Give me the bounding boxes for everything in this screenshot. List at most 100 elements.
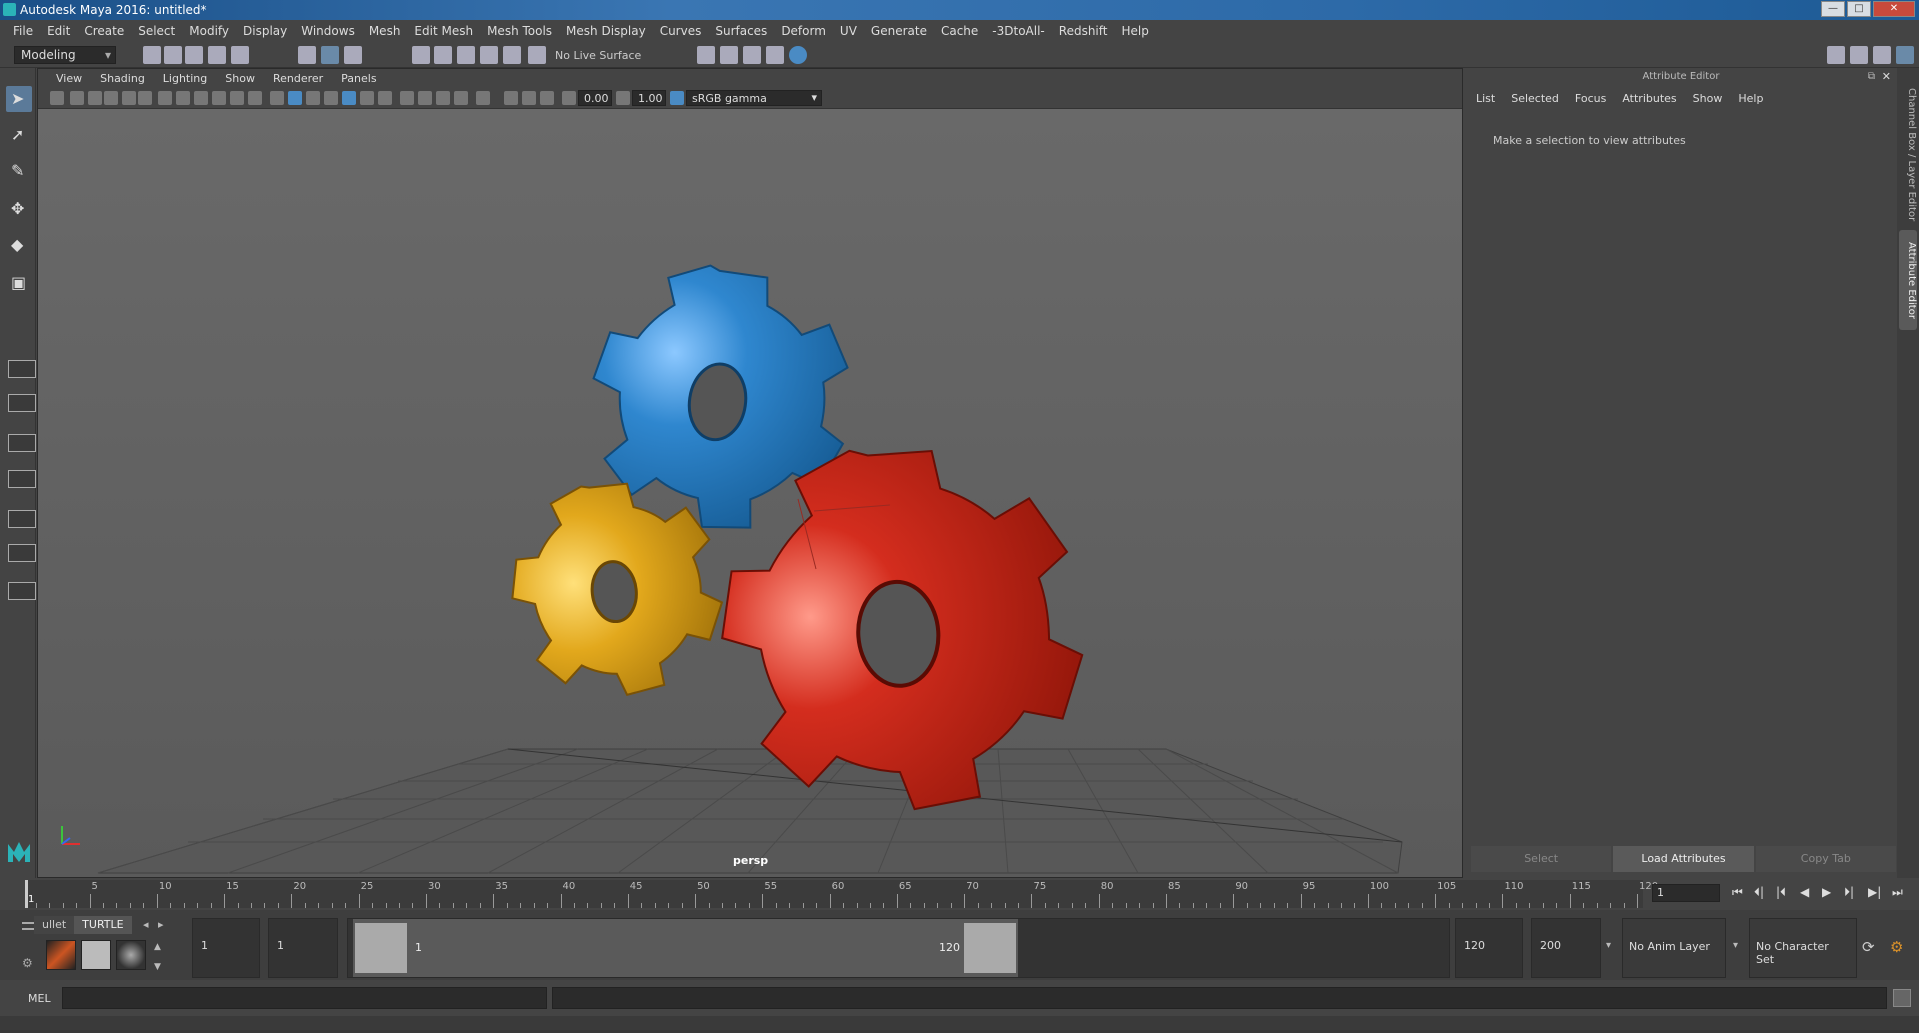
lasso-tool[interactable]: ➚ <box>6 122 32 148</box>
chevron-down-icon[interactable]: ▾ <box>1606 940 1611 951</box>
animation-end-field[interactable]: 200 <box>1531 918 1601 978</box>
tool-settings-icon[interactable] <box>1873 46 1891 64</box>
animation-preferences-icon[interactable]: ⚙ <box>1890 938 1903 956</box>
move-tool[interactable]: ✥ <box>6 196 32 222</box>
color-space-dropdown[interactable]: sRGB gamma ▾ <box>686 90 822 106</box>
bookmark-icon[interactable] <box>88 91 102 105</box>
menu-generate[interactable]: Generate <box>864 24 934 38</box>
depth-of-field-icon[interactable] <box>436 91 450 105</box>
persp-graph-layout-icon[interactable] <box>8 470 36 488</box>
color-management-icon[interactable] <box>670 91 684 105</box>
motion-blur-icon[interactable] <box>400 91 414 105</box>
ae-menu-help[interactable]: Help <box>1738 92 1771 110</box>
ae-menu-list[interactable]: List <box>1476 92 1503 110</box>
menu-redshift[interactable]: Redshift <box>1052 24 1115 38</box>
menu-mesh-display[interactable]: Mesh Display <box>559 24 653 38</box>
menu-uv[interactable]: UV <box>833 24 864 38</box>
ae-menu-focus[interactable]: Focus <box>1575 92 1614 110</box>
new-scene-icon[interactable] <box>143 46 161 64</box>
range-slider-track[interactable]: 1 120 <box>347 918 1450 978</box>
four-view-layout-icon[interactable] <box>8 394 36 412</box>
screen-space-ao-icon[interactable] <box>378 91 392 105</box>
menu-surfaces[interactable]: Surfaces <box>708 24 774 38</box>
step-back-icon[interactable]: ⏴| <box>1754 885 1764 900</box>
script-editor-icon[interactable] <box>1893 989 1911 1007</box>
attribute-editor-toggle-icon[interactable] <box>1850 46 1868 64</box>
single-view-layout-icon[interactable] <box>8 360 36 378</box>
snap-grid-icon[interactable] <box>412 46 430 64</box>
scale-tool[interactable]: ▣ <box>6 270 32 296</box>
character-set-dropdown[interactable]: No Character Set <box>1749 918 1857 978</box>
vp-menu-lighting[interactable]: Lighting <box>154 72 216 85</box>
redo-icon[interactable] <box>231 46 249 64</box>
xray-icon[interactable] <box>476 91 490 105</box>
snap-surface-icon[interactable] <box>503 46 521 64</box>
undo-icon[interactable] <box>208 46 226 64</box>
persp-outliner-layout-icon[interactable] <box>8 510 36 528</box>
image-plane-icon[interactable] <box>104 91 118 105</box>
time-ruler[interactable]: 1 5 10 15 20 25 30 35 40 45 50 55 60 65 70 75 80 85 90 95 1… <box>25 880 1658 908</box>
ae-menu-attributes[interactable]: Attributes <box>1622 92 1684 110</box>
xray-components-icon[interactable] <box>522 91 536 105</box>
current-frame-field[interactable]: 1 <box>1652 884 1720 902</box>
safe-action-icon[interactable] <box>248 91 262 105</box>
chevron-down-icon[interactable]: ▾ <box>1733 940 1738 951</box>
exposure-field[interactable]: 0.00 <box>578 90 612 106</box>
shelf-menu-icon[interactable] <box>22 922 34 930</box>
rotate-tool[interactable]: ◆ <box>6 232 32 258</box>
time-slider[interactable]: 1 5 10 15 20 25 30 35 40 45 50 55 60 65 70 75 80 85 90 95 1… <box>0 878 1919 910</box>
ae-menu-selected[interactable]: Selected <box>1511 92 1567 110</box>
film-gate-icon[interactable] <box>176 91 190 105</box>
menu-edit[interactable]: Edit <box>40 24 77 38</box>
animation-start-field[interactable]: 1 <box>192 918 260 978</box>
step-forward-key-icon[interactable]: ⏵| <box>1844 885 1854 900</box>
smooth-shade-icon[interactable] <box>288 91 302 105</box>
hypershade-icon[interactable] <box>789 46 807 64</box>
camera-attr-icon[interactable] <box>122 91 136 105</box>
go-to-end-icon[interactable]: ⏭ <box>1892 885 1903 900</box>
menu-edit-mesh[interactable]: Edit Mesh <box>407 24 480 38</box>
grease-pencil-icon[interactable] <box>138 91 152 105</box>
menu-windows[interactable]: Windows <box>294 24 362 38</box>
menu-3dtoall[interactable]: -3DtoAll- <box>985 24 1051 38</box>
snap-curve-icon[interactable] <box>434 46 452 64</box>
menu-cache[interactable]: Cache <box>934 24 985 38</box>
multisample-aa-icon[interactable] <box>418 91 432 105</box>
turtle-sphere-icon[interactable] <box>116 940 146 970</box>
load-attributes-button[interactable]: Load Attributes <box>1613 846 1754 872</box>
shelf-tab-bullet[interactable]: ullet <box>34 916 75 934</box>
ae-menu-show[interactable]: Show <box>1693 92 1731 110</box>
vp-menu-show[interactable]: Show <box>216 72 264 85</box>
playback-end-field[interactable]: 120 <box>1455 918 1523 978</box>
range-end-handle[interactable] <box>964 923 1016 973</box>
menu-mesh[interactable]: Mesh <box>362 24 408 38</box>
shelf-scroll-right-icon[interactable]: ▸ <box>158 918 164 931</box>
select-by-object-icon[interactable] <box>321 46 339 64</box>
shadows-icon[interactable] <box>360 91 374 105</box>
snap-view-icon[interactable] <box>480 46 498 64</box>
select-tool[interactable]: ➤ <box>6 86 32 112</box>
step-forward-icon[interactable]: ▶| <box>1868 885 1881 899</box>
side-by-side-layout-icon[interactable] <box>8 434 36 452</box>
play-forwards-icon[interactable]: ▶ <box>1822 885 1831 899</box>
script-language-toggle[interactable]: MEL <box>28 992 51 1005</box>
resolution-gate-icon[interactable] <box>194 91 208 105</box>
tab-channel-box[interactable]: Channel Box / Layer Editor <box>1899 80 1917 230</box>
shelf-tab-turtle[interactable]: TURTLE <box>74 916 132 934</box>
menu-help[interactable]: Help <box>1114 24 1155 38</box>
close-panel-icon[interactable]: ✕ <box>1882 70 1891 83</box>
auto-key-icon[interactable]: ⟳ <box>1862 938 1875 956</box>
playback-start-field[interactable]: 1 <box>268 918 338 978</box>
menu-create[interactable]: Create <box>77 24 131 38</box>
xray-joints-icon[interactable] <box>504 91 518 105</box>
save-scene-icon[interactable] <box>185 46 203 64</box>
anim-layer-dropdown[interactable]: No Anim Layer <box>1622 918 1726 978</box>
select-by-component-icon[interactable] <box>344 46 362 64</box>
tab-attribute-editor[interactable]: Attribute Editor <box>1899 230 1917 330</box>
snap-point-icon[interactable] <box>457 46 475 64</box>
vp-menu-panels[interactable]: Panels <box>332 72 385 85</box>
use-all-lights-icon[interactable] <box>342 91 356 105</box>
yellow-gear[interactable] <box>502 473 731 706</box>
shelf-up-icon[interactable]: ▲ <box>154 942 161 952</box>
menu-deform[interactable]: Deform <box>774 24 833 38</box>
